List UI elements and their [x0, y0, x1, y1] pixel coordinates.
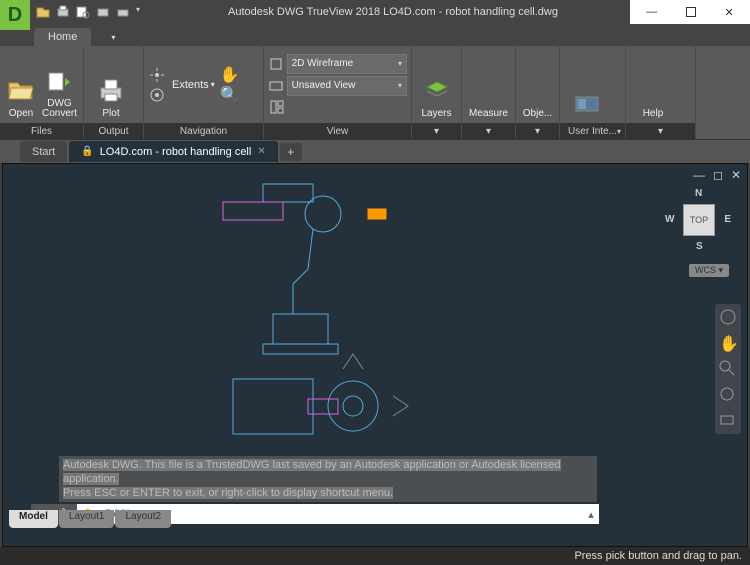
layers-label: Layers	[421, 108, 451, 119]
qat-dropdown-icon[interactable]: ▾	[136, 5, 150, 19]
viewcube-s[interactable]: S	[696, 241, 703, 252]
nav-bar: ✋	[715, 304, 741, 434]
object-label: Obje...	[523, 108, 552, 119]
qat-open-icon[interactable]	[36, 5, 50, 19]
pan-icon[interactable]	[148, 66, 166, 84]
layers-button[interactable]: Layers	[416, 49, 457, 121]
extents-button[interactable]: Extents ▾	[172, 79, 215, 91]
tab-close-icon[interactable]: ✕	[257, 146, 265, 157]
minimize-button[interactable]: —	[646, 6, 657, 18]
viewport-controls: — ◻ ✕	[693, 168, 741, 182]
vp-maximize-icon[interactable]: ◻	[713, 168, 723, 182]
viewcube-n[interactable]: N	[695, 188, 702, 199]
file-tabs: Start 🔒 LO4D.com - robot handling cell ✕…	[0, 140, 750, 163]
ribbon-tab-home[interactable]: Home	[34, 28, 91, 46]
viewport-icon[interactable]	[268, 98, 286, 116]
visual-style-combo[interactable]: 2D Wireframe	[287, 54, 407, 74]
panel-title-navigation: Navigation	[144, 123, 263, 139]
open-button[interactable]: Open	[4, 49, 38, 121]
tab-add-button[interactable]: +	[280, 143, 302, 161]
measure-label: Measure	[469, 108, 508, 119]
lock-icon: 🔒	[81, 146, 93, 157]
tab-start-label: Start	[32, 146, 55, 158]
layers-icon	[423, 76, 451, 104]
titlebar: D ▾ Autodesk DWG TrueView 2018 LO4D.com …	[0, 0, 750, 24]
close-button[interactable]: ✕	[724, 6, 733, 19]
history-line-1: Autodesk DWG. This file is a TrustedDWG …	[63, 459, 561, 485]
open-label: Open	[9, 108, 33, 119]
panel-title-layers[interactable]: ▾	[412, 123, 461, 139]
nav-showmotion-icon[interactable]	[719, 412, 737, 430]
qat-publish-icon[interactable]	[96, 5, 110, 19]
status-bar: Press pick button and drag to pan.	[0, 547, 750, 565]
named-view-combo[interactable]: Unsaved View	[287, 76, 407, 96]
measure-button[interactable]: Measure	[466, 49, 511, 121]
panel-title-measure[interactable]: ▾	[462, 123, 515, 139]
folder-open-icon	[7, 76, 35, 104]
convert-icon	[45, 67, 73, 95]
named-view-icon	[268, 77, 285, 95]
window-controls: — ✕	[630, 0, 750, 24]
tab-start[interactable]: Start	[20, 141, 67, 162]
ui-icon	[573, 91, 601, 119]
command-history: Autodesk DWG. This file is a TrustedDWG …	[59, 456, 597, 502]
app-logo[interactable]: D	[0, 0, 30, 30]
nav-pan-icon[interactable]: ✋	[719, 334, 737, 352]
panel-title-view[interactable]: View	[264, 123, 411, 139]
panel-title-files: Files	[0, 123, 83, 139]
wcs-label[interactable]: WCS ▾	[689, 264, 729, 277]
ribbon-tab-flyout[interactable]	[93, 28, 129, 46]
maximize-button[interactable]	[686, 7, 696, 17]
viewcube-top[interactable]: TOP	[683, 204, 715, 236]
panel-title-output[interactable]: Output	[84, 123, 143, 139]
window-title: Autodesk DWG TrueView 2018 LO4D.com - ro…	[156, 6, 630, 18]
help-label: Help	[643, 108, 664, 119]
nav-wheel-icon[interactable]	[719, 308, 737, 326]
status-message: Press pick button and drag to pan.	[574, 550, 742, 562]
dwg-convert-button[interactable]: DWG Convert	[40, 49, 79, 121]
named-view-value: Unsaved View	[292, 80, 356, 91]
help-button[interactable]: Help	[630, 49, 676, 121]
plot-button[interactable]: Plot	[88, 49, 134, 121]
panel-title-object[interactable]: ▾	[516, 123, 559, 139]
viewcube-w[interactable]: W	[665, 214, 674, 225]
vp-close-icon[interactable]: ✕	[731, 168, 741, 182]
ribbon-tabs: Home	[0, 24, 750, 46]
visual-style-icon	[268, 55, 285, 73]
viewcube-e[interactable]: E	[724, 214, 731, 225]
orbit-icon[interactable]	[148, 86, 166, 104]
drawing-canvas[interactable]: — ◻ ✕ N S E W TOP WCS ▾ ✋	[2, 163, 748, 547]
hand-icon[interactable]: ✋	[221, 66, 239, 84]
command-dropdown-icon[interactable]: ▴	[583, 508, 599, 521]
layout-tab-1[interactable]: Layout1	[59, 510, 115, 528]
quick-access-toolbar: ▾	[30, 5, 156, 19]
vp-minimize-icon[interactable]: —	[693, 168, 705, 182]
plot-label: Plot	[102, 108, 119, 119]
printer-icon	[97, 76, 125, 104]
qat-print-icon[interactable]	[116, 5, 130, 19]
layout-tabs: Model Layout1 Layout2	[9, 510, 172, 528]
qat-plot-icon[interactable]	[56, 5, 70, 19]
visual-style-value: 2D Wireframe	[292, 58, 354, 69]
panel-title-ui[interactable]: User Inte...▾	[560, 123, 625, 139]
object-button[interactable]: Obje...	[520, 49, 555, 121]
ribbon: Open DWG Convert Files Plot Output Exten…	[0, 46, 750, 140]
zoom-icon[interactable]: 🔍	[221, 86, 239, 104]
nav-zoom-icon[interactable]	[719, 360, 737, 378]
viewcube[interactable]: N S E W TOP	[669, 190, 729, 250]
layout-tab-2[interactable]: Layout2	[115, 510, 171, 528]
history-line-2: Press ESC or ENTER to exit, or right-cli…	[63, 487, 393, 499]
tab-file-label: LO4D.com - robot handling cell	[100, 146, 252, 158]
convert-label: DWG Convert	[42, 99, 77, 119]
drawing-content	[213, 174, 513, 454]
qat-preview-icon[interactable]	[76, 5, 90, 19]
layout-tab-model[interactable]: Model	[9, 510, 58, 528]
panel-title-help[interactable]: ▾	[626, 123, 695, 139]
tab-file[interactable]: 🔒 LO4D.com - robot handling cell ✕	[69, 141, 277, 162]
nav-orbit-icon[interactable]	[719, 386, 737, 404]
extents-label: Extents	[172, 79, 209, 91]
user-interface-button[interactable]	[564, 49, 610, 121]
